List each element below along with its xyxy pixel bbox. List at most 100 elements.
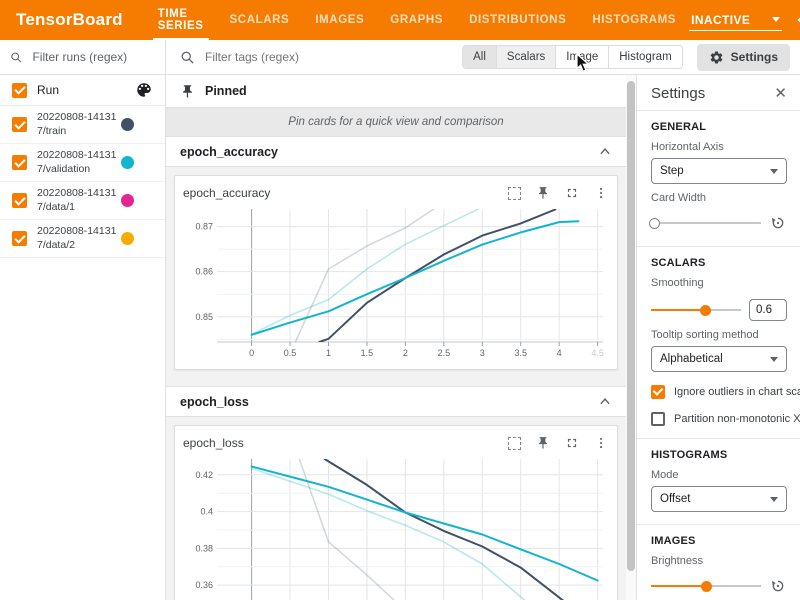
tooltip-sorting-label: Tooltip sorting method [651,329,787,341]
section-heading: SCALARS [651,257,787,269]
chip-histogram[interactable]: Histogram [609,46,681,68]
selection-box-icon [508,437,521,450]
kebab-menu-icon [594,186,608,200]
search-icon [10,50,22,65]
pinned-header: Pinned [166,75,626,108]
brightness-slider[interactable] [651,579,761,593]
svg-text:3: 3 [480,348,485,358]
settings-panel: Settings ✕ GENERAL Horizontal Axis Step … [636,75,800,600]
app-logo: TensorBoard [0,0,139,40]
tab-graphs[interactable]: GRAPHS [377,0,456,40]
partition-x-axis-label: Partition non-monotonic X axis [674,413,800,425]
filter-runs-input[interactable] [30,49,155,65]
card-width-slider[interactable] [651,216,761,230]
epoch-loss-chart[interactable]: 0.36 0.38 0.4 0.42 [183,456,609,600]
chevron-up-icon [598,395,612,409]
dark-mode-toggle-button[interactable] [796,10,800,30]
filter-tags-input[interactable] [203,49,462,65]
fullscreen-icon [565,436,579,450]
run-color-swatch [121,118,134,131]
section-header-epoch-loss[interactable]: epoch_loss [166,386,626,417]
run-label: 20220808-141317/validation [37,149,121,176]
svg-text:0.42: 0.42 [195,470,213,480]
app-bar: TensorBoard TIME SERIES SCALARS IMAGES G… [0,0,800,40]
reload-status-dropdown[interactable]: INACTIVE [689,10,782,31]
settings-section-scalars: SCALARS Smoothing Tooltip sorting method… [637,246,800,438]
fullscreen-icon [565,186,579,200]
settings-button-label: Settings [731,50,778,64]
section-title: epoch_accuracy [180,145,278,159]
search-icon [180,50,195,65]
ignore-outliers-checkbox[interactable] [651,385,665,399]
histogram-mode-label: Mode [651,469,787,481]
settings-panel-title: Settings [651,85,705,102]
reset-brightness-button[interactable] [769,577,787,595]
reset-card-width-button[interactable] [769,214,787,232]
cards-area: Pinned Pin cards for a quick view and co… [166,75,626,600]
tab-time-series[interactable]: TIME SERIES [145,0,217,40]
close-icon[interactable]: ✕ [774,86,787,101]
histogram-mode-select[interactable]: Offset [651,486,787,512]
run-checkbox-data-1[interactable] [12,193,27,208]
tooltip-sorting-select[interactable]: Alphabetical [651,346,787,372]
runs-column-header: Run [37,83,135,97]
run-checkbox-train[interactable] [12,117,27,132]
smoothing-value-input[interactable] [749,299,787,321]
chevron-up-icon [598,145,612,159]
fit-to-data-button[interactable] [506,185,522,201]
fit-to-data-button[interactable] [506,435,522,451]
scalar-card-epoch-loss: epoch_loss [174,425,618,600]
run-checkbox-data-2[interactable] [12,231,27,246]
svg-text:4.5: 4.5 [591,348,604,358]
svg-text:0: 0 [249,348,254,358]
section-heading: HISTOGRAMS [651,449,787,461]
svg-text:0.4: 0.4 [200,507,213,517]
svg-text:0.86: 0.86 [195,267,213,277]
section-header-epoch-accuracy[interactable]: epoch_accuracy [166,136,626,167]
section-title: epoch_loss [180,395,249,409]
svg-text:1: 1 [326,348,331,358]
scalar-card-epoch-accuracy: epoch_accuracy [174,175,618,370]
settings-button[interactable]: Settings [697,44,790,71]
histogram-mode-value: Offset [660,493,690,505]
select-all-runs-checkbox[interactable] [12,83,27,98]
svg-text:2: 2 [403,348,408,358]
epoch-accuracy-chart[interactable]: 0.850.860.8700.511.522.533.544.5 [183,206,609,360]
svg-text:0.38: 0.38 [195,543,213,553]
svg-text:0.36: 0.36 [195,580,213,590]
tab-distributions[interactable]: DISTRIBUTIONS [456,0,579,40]
smoothing-slider[interactable] [651,303,741,317]
run-row-train[interactable]: 20220808-141317/train [0,106,165,144]
settings-section-histograms: HISTOGRAMS Mode Offset [637,438,800,524]
section-heading: IMAGES [651,535,787,547]
palette-icon[interactable] [135,81,153,99]
reset-icon [770,578,786,594]
tags-toolbar: All Scalars Image Histogram Settings [166,40,800,75]
partition-x-axis-checkbox[interactable] [651,412,665,426]
ignore-outliers-label: Ignore outliers in chart scaling [674,386,800,398]
fullscreen-button[interactable] [564,185,580,201]
run-label: 20220808-141317/data/1 [37,187,121,214]
fullscreen-button[interactable] [564,435,580,451]
chip-all[interactable]: All [463,46,497,68]
run-row-data-2[interactable]: 20220808-141317/data/2 [0,220,165,258]
tab-histograms[interactable]: HISTOGRAMS [579,0,689,40]
selection-box-icon [508,187,521,200]
more-options-button[interactable] [593,185,609,201]
run-row-data-1[interactable]: 20220808-141317/data/1 [0,182,165,220]
run-checkbox-validation[interactable] [12,155,27,170]
pin-card-button[interactable] [535,435,551,451]
run-row-validation[interactable]: 20220808-141317/validation [0,144,165,182]
chip-image[interactable]: Image [556,46,609,68]
tooltip-sorting-value: Alphabetical [660,353,723,365]
svg-text:0.87: 0.87 [195,222,213,232]
scrollbar-thumb[interactable] [627,81,635,571]
pin-card-button[interactable] [535,185,551,201]
more-options-button[interactable] [593,435,609,451]
horizontal-axis-select[interactable]: Step [651,158,787,184]
run-color-swatch [121,156,134,169]
gear-icon [709,50,724,65]
tab-images[interactable]: IMAGES [302,0,377,40]
chip-scalars[interactable]: Scalars [497,46,556,68]
tab-scalars[interactable]: SCALARS [217,0,303,40]
